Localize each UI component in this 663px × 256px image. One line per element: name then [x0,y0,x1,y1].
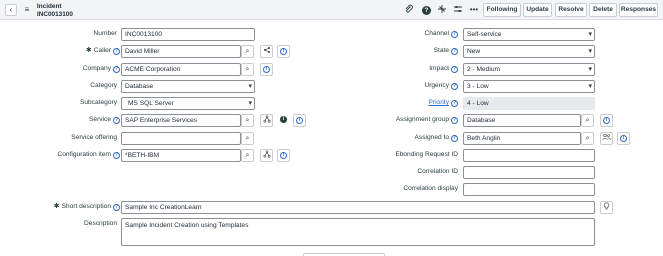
required-asterisk-icon: ✱ [53,203,60,210]
service-offering-field[interactable] [121,132,241,145]
share-icon[interactable] [260,45,273,58]
form-header: ‹ ≡ Incident INC0013100 ? ••• Following … [0,0,663,20]
help-icon[interactable]: ? [451,30,458,38]
impact-label: Impact? [429,65,458,73]
short-description-label: ✱ Short description? [53,203,120,211]
responses-button[interactable]: Responses [619,3,658,17]
correlation-id-field[interactable] [463,166,595,179]
search-icon[interactable]: ⌕ [581,132,594,145]
following-button[interactable]: Following [483,3,521,17]
update-button[interactable]: Update [523,3,552,17]
info-icon: i [280,48,287,55]
info-icon: i [296,117,303,124]
search-icon[interactable]: ⌕ [241,63,254,76]
settings-sliders-icon[interactable] [452,4,464,16]
ebonding-request-id-field[interactable] [463,149,595,162]
activity-icon[interactable] [436,4,448,16]
assignment-group-label: Assignment group? [395,116,458,124]
info-button[interactable]: i [293,114,306,127]
info-button[interactable]: i [617,132,630,145]
info-button[interactable]: i [600,114,613,127]
info-icon: i [280,152,287,159]
info-filled-icon[interactable]: i [277,114,290,127]
description-label: Description [84,220,117,227]
search-icon[interactable]: ⌕ [241,132,254,145]
configuration-item-field[interactable]: *BETH-IBM [121,149,241,162]
urgency-select[interactable]: 3 - Low [463,80,595,93]
impact-select[interactable]: 2 - Medium [463,63,595,76]
dependency-map-button[interactable] [260,149,273,162]
number-field[interactable]: INC0013100 [121,28,255,41]
assigned-to-field[interactable]: Beth Anglin [463,132,581,145]
lightbulb-icon[interactable] [600,201,613,214]
dependency-map-button[interactable] [260,114,273,127]
company-field[interactable]: ACME Corporation [121,63,241,76]
service-label: Service? [89,116,120,124]
configuration-item-label: Configuration item? [57,151,120,159]
context-menu-icon[interactable]: ≡ [22,4,32,16]
info-button[interactable]: i [277,45,290,58]
correlation-display-field[interactable] [463,183,595,196]
service-field[interactable]: SAP Enterprise Services [121,114,241,127]
company-label: Company? [82,65,120,73]
state-select[interactable]: New [463,45,595,58]
search-icon[interactable]: ⌕ [581,114,594,127]
required-asterisk-icon: ✱ [85,47,92,54]
channel-label: Channel? [424,30,458,38]
help-icon[interactable]: ? [113,47,120,55]
info-icon: i [620,135,627,142]
assigned-to-label: Assigned to? [414,134,458,142]
search-icon[interactable]: ⌕ [241,149,254,162]
ebonding-request-id-label: Ebonding Request ID [395,151,458,158]
urgency-label: Urgency? [424,82,458,90]
caller-field[interactable]: David Miller [121,45,241,58]
help-icon[interactable]: ? [113,151,120,159]
subcategory-select[interactable]: MS SQL Server [121,97,255,110]
channel-select[interactable]: Self-service [463,28,595,41]
description-textarea[interactable]: Sample Incident Creation using Templates [121,218,595,246]
help-icon[interactable]: ? [113,116,120,124]
help-icon[interactable]: ? [451,116,458,124]
correlation-display-label: Correlation display [403,185,458,192]
help-icon[interactable]: ? [451,99,458,107]
info-button[interactable]: i [260,63,273,76]
service-offering-label: Service offering [71,134,117,141]
delete-button[interactable]: Delete [589,3,617,17]
help-icon[interactable]: ? [113,65,120,73]
search-icon[interactable]: ⌕ [241,114,254,127]
info-icon: i [603,117,610,124]
category-select[interactable]: Database [121,80,255,93]
assign-to-me-button[interactable] [600,132,613,145]
caller-label: ✱ Caller? [85,47,120,55]
number-label: Number [93,30,117,37]
paperclip-icon[interactable] [403,4,415,16]
priority-link[interactable]: Priority [428,99,449,106]
priority-field: 4 - Low [463,97,595,110]
correlation-id-label: Correlation ID [417,168,458,175]
help-icon[interactable]: ? [451,47,458,55]
more-options-icon[interactable]: ••• [468,4,480,16]
info-icon: i [263,66,270,73]
form-title: Incident [37,3,62,10]
category-label: Category [90,82,117,89]
search-icon[interactable]: ⌕ [241,45,254,58]
state-label: State? [433,47,458,55]
short-description-field[interactable]: Sample Inc CreationLearn [121,201,595,214]
help-icon[interactable]: ? [422,5,431,15]
assignment-group-field[interactable]: Database [463,114,581,127]
help-icon[interactable]: ? [451,82,458,90]
help-icon[interactable]: ? [451,65,458,73]
subcategory-label: Subcategory [79,99,117,106]
back-button[interactable]: ‹ [5,4,17,16]
chevron-left-icon: ‹ [9,5,13,14]
help-icon[interactable]: ? [113,203,120,211]
info-button[interactable]: i [277,149,290,162]
resolve-button[interactable]: Resolve [555,3,587,17]
help-icon[interactable]: ? [451,134,458,142]
priority-label: Priority? [428,97,458,109]
record-number: INC0013100 [37,10,73,18]
